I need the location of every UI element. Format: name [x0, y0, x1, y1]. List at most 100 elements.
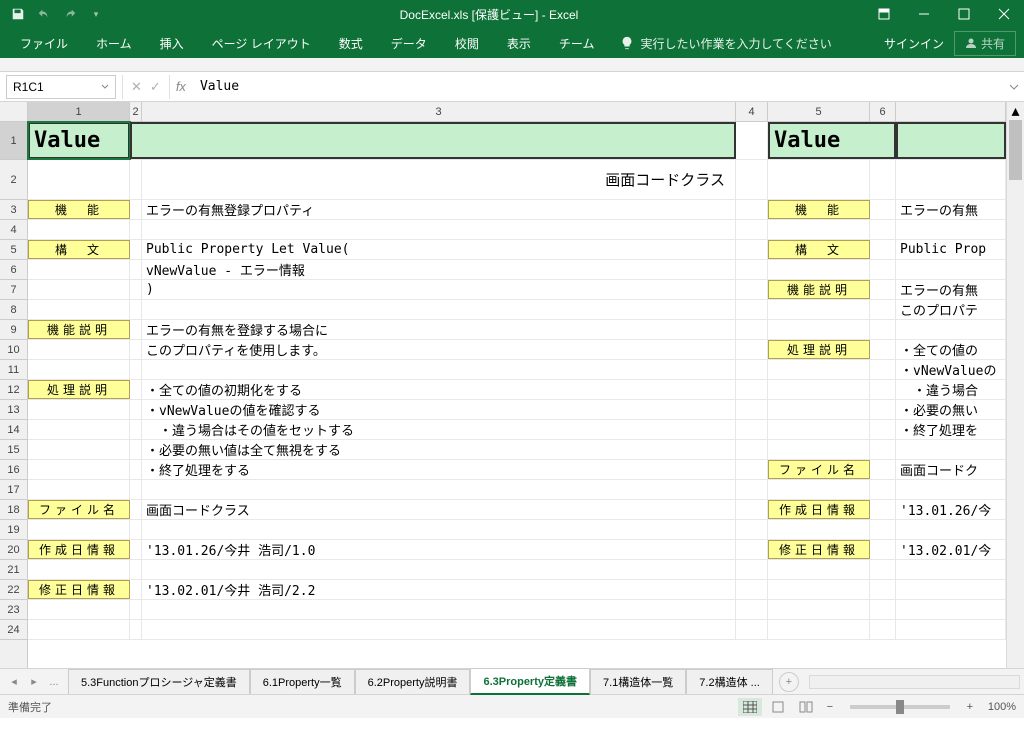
row-header[interactable]: 20 — [0, 540, 27, 560]
cell[interactable] — [736, 240, 768, 259]
cell[interactable]: 画面コードク — [896, 460, 1006, 479]
cell[interactable] — [768, 300, 870, 319]
cell[interactable] — [736, 580, 768, 599]
row-header[interactable]: 3 — [0, 200, 27, 220]
cell[interactable] — [130, 560, 142, 579]
row-header[interactable]: 7 — [0, 280, 27, 300]
cell[interactable]: ) — [142, 280, 736, 299]
cell[interactable] — [130, 160, 142, 199]
cell-label[interactable]: 構 文 — [28, 240, 130, 259]
tab-file[interactable]: ファイル — [8, 29, 80, 58]
cell[interactable] — [130, 300, 142, 319]
cell[interactable]: '13.01.26/今 — [896, 500, 1006, 519]
cell[interactable] — [870, 380, 896, 399]
cell[interactable] — [736, 360, 768, 379]
view-normal-button[interactable] — [738, 698, 762, 716]
cell[interactable]: '13.02.01/今井 浩司/2.2 — [142, 580, 736, 599]
cell-label[interactable]: 機能説明 — [768, 280, 870, 299]
cell[interactable] — [870, 400, 896, 419]
tab-page-layout[interactable]: ページ レイアウト — [200, 29, 323, 58]
cell[interactable] — [896, 320, 1006, 339]
cell[interactable] — [768, 160, 870, 199]
cell[interactable] — [870, 200, 896, 219]
cell[interactable]: ・必要の無い — [896, 400, 1006, 419]
cell[interactable] — [768, 400, 870, 419]
cell[interactable] — [130, 240, 142, 259]
cells-area[interactable]: Value Value 画面コードクラス 機 能 エラーの有無登録プロパティ 機… — [28, 122, 1006, 668]
cell[interactable] — [768, 520, 870, 539]
cell[interactable] — [130, 260, 142, 279]
cell[interactable] — [896, 520, 1006, 539]
cell[interactable] — [896, 480, 1006, 499]
col-header-4[interactable]: 4 — [736, 102, 768, 121]
cell[interactable] — [28, 480, 130, 499]
zoom-in-button[interactable]: + — [962, 701, 978, 713]
sheet-tab[interactable]: 6.2Property説明書 — [355, 669, 471, 694]
cell[interactable] — [736, 260, 768, 279]
row-header[interactable]: 12 — [0, 380, 27, 400]
tab-data[interactable]: データ — [379, 29, 439, 58]
cell[interactable] — [142, 600, 736, 619]
cell[interactable] — [870, 420, 896, 439]
cell[interactable] — [768, 360, 870, 379]
cell-label[interactable]: 構 文 — [768, 240, 870, 259]
select-all-button[interactable] — [0, 102, 28, 122]
cell[interactable] — [896, 122, 1006, 159]
cell[interactable] — [736, 220, 768, 239]
cell[interactable] — [130, 400, 142, 419]
save-button[interactable] — [6, 2, 30, 26]
cell[interactable]: 画面コードクラス — [142, 160, 736, 199]
cell[interactable] — [736, 460, 768, 479]
cell[interactable]: '13.02.01/今 — [896, 540, 1006, 559]
view-page-layout-button[interactable] — [766, 698, 790, 716]
view-page-break-button[interactable] — [794, 698, 818, 716]
cell[interactable] — [130, 320, 142, 339]
name-box[interactable]: R1C1 — [6, 75, 116, 99]
cell[interactable] — [768, 440, 870, 459]
cell[interactable] — [28, 600, 130, 619]
scroll-up-button[interactable]: ▴ — [1007, 102, 1024, 120]
col-header-rest[interactable] — [896, 102, 1006, 121]
col-header-6[interactable]: 6 — [870, 102, 896, 121]
cell[interactable] — [870, 440, 896, 459]
cell[interactable]: ・終了処理を — [896, 420, 1006, 439]
share-button[interactable]: 共有 — [954, 31, 1016, 56]
tab-team[interactable]: チーム — [547, 29, 607, 58]
cell[interactable] — [896, 580, 1006, 599]
cell[interactable] — [28, 260, 130, 279]
cell[interactable]: vNewValue - エラー情報 — [142, 260, 736, 279]
row-header[interactable]: 23 — [0, 600, 27, 620]
cell[interactable]: ・必要の無い値は全て無視をする — [142, 440, 736, 459]
cell-label[interactable]: 機能説明 — [28, 320, 130, 339]
row-header[interactable]: 8 — [0, 300, 27, 320]
tab-home[interactable]: ホーム — [84, 29, 144, 58]
sheet-tab[interactable]: 7.1構造体一覧 — [590, 669, 686, 694]
cell[interactable] — [28, 400, 130, 419]
cell[interactable] — [736, 420, 768, 439]
cell[interactable] — [142, 620, 736, 639]
tell-me-search[interactable]: 実行したい作業を入力してください — [610, 35, 841, 52]
cell[interactable] — [130, 480, 142, 499]
cell[interactable] — [130, 220, 142, 239]
cell[interactable] — [736, 200, 768, 219]
cell-label[interactable]: ファイル名 — [768, 460, 870, 479]
cell[interactable] — [736, 122, 768, 159]
new-sheet-button[interactable]: + — [779, 672, 799, 692]
cell[interactable] — [870, 280, 896, 299]
cell[interactable] — [130, 340, 142, 359]
cell[interactable] — [736, 300, 768, 319]
cell[interactable] — [768, 560, 870, 579]
close-button[interactable] — [984, 0, 1024, 28]
cell[interactable] — [736, 440, 768, 459]
cell[interactable] — [870, 160, 896, 199]
row-header[interactable]: 19 — [0, 520, 27, 540]
active-cell[interactable]: Value — [28, 122, 130, 159]
cell[interactable] — [736, 380, 768, 399]
enter-formula-icon[interactable]: ✓ — [150, 79, 161, 95]
cell[interactable]: エラーの有無 — [896, 200, 1006, 219]
cell[interactable]: エラーの有無登録プロパティ — [142, 200, 736, 219]
cell-label[interactable]: 機 能 — [28, 200, 130, 219]
cell[interactable] — [870, 500, 896, 519]
undo-button[interactable] — [32, 2, 56, 26]
cell[interactable]: ・全ての値の — [896, 340, 1006, 359]
